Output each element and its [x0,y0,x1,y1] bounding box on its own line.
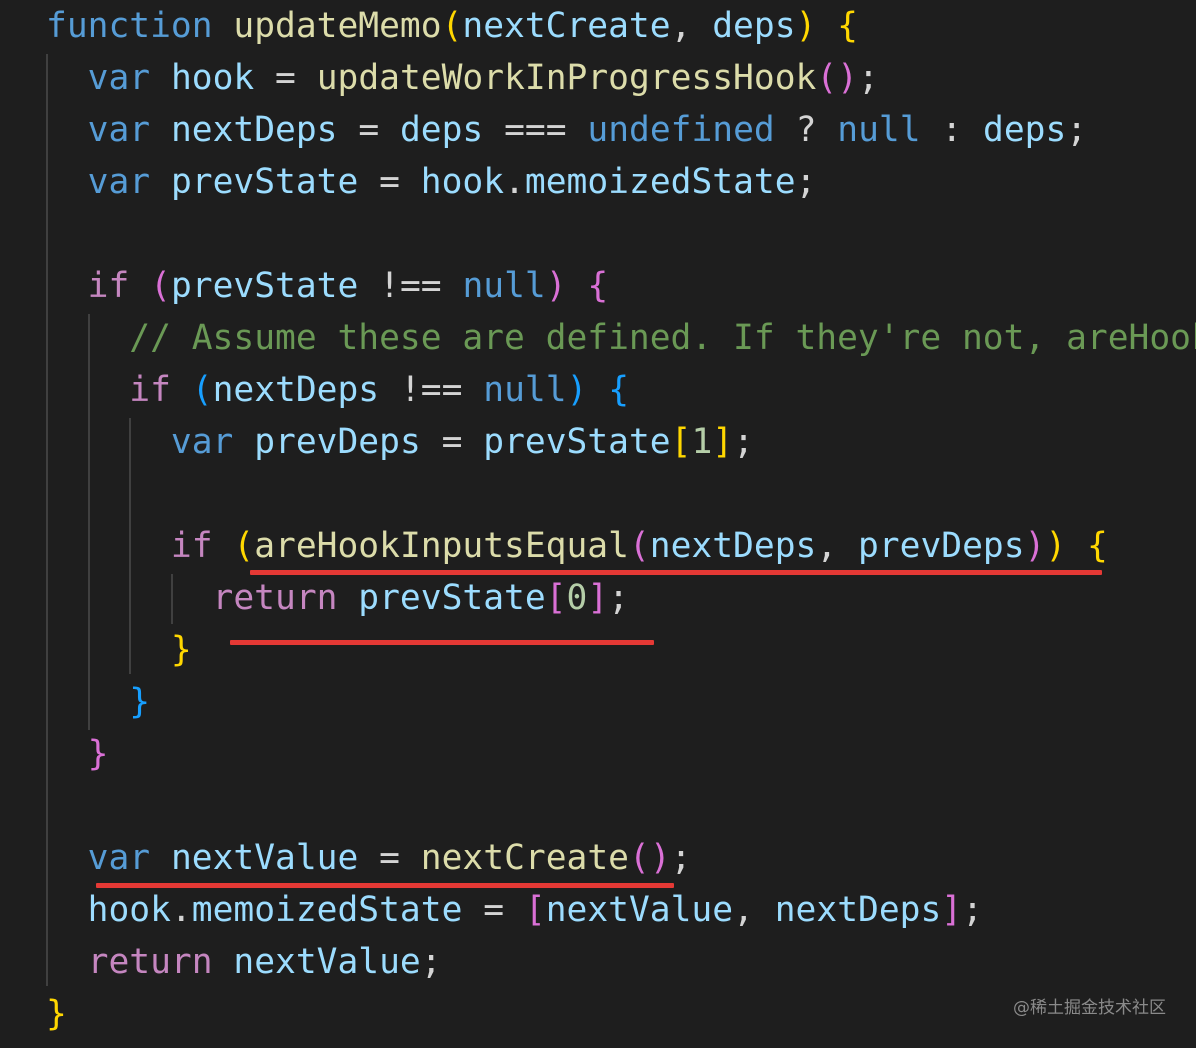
code-line[interactable]: // Assume these are defined. If they're … [46,312,1196,364]
code-line[interactable]: } [46,676,150,728]
code-line[interactable]: if (nextDeps !== null) { [46,364,629,416]
code-line[interactable]: var nextValue = nextCreate(); [46,832,692,884]
code-line[interactable]: if (areHookInputsEqual(nextDeps, prevDep… [46,520,1108,572]
code-line[interactable]: } [46,728,109,780]
code-line[interactable]: if (prevState !== null) { [46,260,609,312]
annotation-underline-next-value [96,883,674,888]
annotation-underline-return [230,640,654,645]
code-line[interactable]: return prevState[0]; [46,572,629,624]
code-line[interactable]: function updateMemo(nextCreate, deps) { [46,0,858,52]
code-line[interactable]: } [46,988,67,1040]
annotation-underline-condition [250,570,1102,575]
code-line[interactable]: var hook = updateWorkInProgressHook(); [46,52,879,104]
code-editor[interactable]: function updateMemo(nextCreate, deps) { … [0,0,1196,1048]
code-line[interactable]: hook.memoizedState = [nextValue, nextDep… [46,884,983,936]
code-line[interactable]: var prevDeps = prevState[1]; [46,416,754,468]
code-line[interactable]: return nextValue; [46,936,442,988]
watermark: @稀土掘金技术社区 [1013,998,1166,1018]
code-line[interactable]: var nextDeps = deps === undefined ? null… [46,104,1087,156]
code-line[interactable]: var prevState = hook.memoizedState; [46,156,817,208]
code-line[interactable]: } [46,624,192,676]
